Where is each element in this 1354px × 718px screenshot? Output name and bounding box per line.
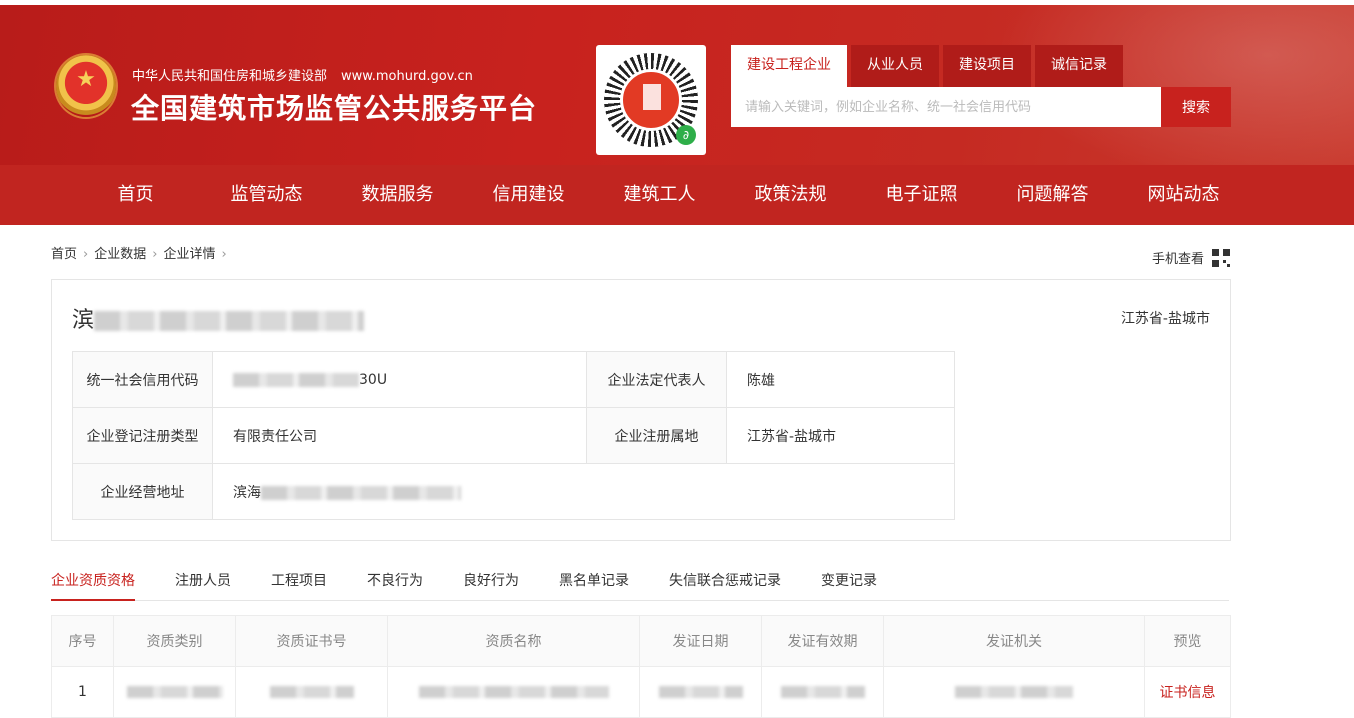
reg-type-label: 企业登记注册类型 [72, 407, 213, 464]
breadcrumb-enterprise-data[interactable]: 企业数据 [94, 247, 146, 262]
column-header-valid-until: 发证有效期 [761, 615, 884, 667]
detail-tabs: 企业资质资格 注册人员 工程项目 不良行为 良好行为 黑名单记录 失信联合惩戒记… [51, 570, 1229, 601]
site-header: 中华人民共和国住房和城乡建设部 www.mohurd.gov.cn 全国建筑市场监… [0, 5, 1354, 225]
tab-change-records[interactable]: 变更记录 [821, 570, 877, 600]
national-emblem-icon [56, 55, 116, 117]
redacted-issuer [883, 666, 1145, 718]
search-input[interactable] [731, 87, 1161, 127]
search-category-tabs: 建设工程企业 从业人员 建设项目 诚信记录 [731, 45, 1127, 87]
company-info-table: 统一社会信用代码 30U 企业法定代表人 陈雄 企业登记注册类型 有限责任公司 … [72, 351, 955, 520]
mobile-view-label: 手机查看 [1151, 252, 1204, 267]
search-tab-personnel[interactable]: 从业人员 [851, 45, 939, 87]
nav-supervision-news[interactable]: 监管动态 [201, 165, 332, 225]
column-header-category: 资质类别 [113, 615, 236, 667]
company-name: 滨 [72, 302, 365, 334]
column-header-preview: 预览 [1144, 615, 1231, 667]
legal-rep-value: 陈雄 [726, 351, 955, 408]
search-tab-enterprise[interactable]: 建设工程企业 [731, 45, 847, 87]
credit-code-value: 30U [212, 351, 587, 408]
company-region: 江苏省-盐城市 [1120, 311, 1210, 327]
tab-bad-behavior[interactable]: 不良行为 [367, 570, 423, 600]
certificate-info-link[interactable]: 证书信息 [1160, 685, 1216, 701]
mobile-view-button[interactable]: 手机查看 [1152, 248, 1230, 267]
chevron-right-icon: › [221, 247, 227, 262]
nav-construction-workers[interactable]: 建筑工人 [594, 165, 725, 225]
address-label: 企业经营地址 [72, 463, 213, 520]
search-tab-credit-records[interactable]: 诚信记录 [1035, 45, 1123, 87]
ministry-url-link[interactable]: www.mohurd.gov.cn [341, 69, 473, 84]
redacted-address [261, 485, 461, 500]
nav-faq[interactable]: 问题解答 [987, 165, 1118, 225]
redacted-cert-number [235, 666, 388, 718]
credit-code-suffix: 30U [359, 371, 388, 388]
redacted-valid-until [761, 666, 884, 718]
company-info-card: 滨 江苏省-盐城市 统一社会信用代码 30U 企业法定代表人 陈雄 企业登记注册… [51, 279, 1231, 541]
row-index: 1 [51, 666, 114, 718]
tab-qualifications[interactable]: 企业资质资格 [51, 570, 135, 601]
column-header-cert-number: 资质证书号 [235, 615, 388, 667]
column-header-qual-name: 资质名称 [387, 615, 640, 667]
reg-place-label: 企业注册属地 [586, 407, 727, 464]
qr-code-icon[interactable] [1212, 248, 1230, 267]
table-row: 1 证书信息 [51, 666, 1231, 718]
address-value: 滨海 [212, 463, 955, 520]
qr-building-logo-icon [620, 69, 682, 131]
tab-projects[interactable]: 工程项目 [271, 570, 327, 600]
redacted-category [113, 666, 236, 718]
nav-e-certificates[interactable]: 电子证照 [856, 165, 987, 225]
tab-blacklist[interactable]: 黑名单记录 [559, 570, 629, 600]
company-name-visible: 滨 [72, 308, 95, 333]
redacted-credit-code [233, 372, 359, 387]
search-button[interactable]: 搜索 [1161, 87, 1231, 127]
site-title: 全国建筑市场监管公共服务平台 [131, 92, 538, 125]
breadcrumb-enterprise-detail: 企业详情 [163, 247, 216, 262]
column-header-issue-date: 发证日期 [639, 615, 762, 667]
reg-type-value: 有限责任公司 [212, 407, 587, 464]
redacted-company-name [94, 311, 365, 331]
address-visible: 滨海 [233, 484, 261, 501]
redacted-issue-date [639, 666, 762, 718]
column-header-issuer: 发证机关 [883, 615, 1145, 667]
credit-code-label: 统一社会信用代码 [72, 351, 213, 408]
nav-site-news[interactable]: 网站动态 [1118, 165, 1249, 225]
qualification-table: 序号 资质类别 资质证书号 资质名称 发证日期 发证有效期 发证机关 预览 1 … [51, 615, 1231, 718]
main-nav: 首页 监管动态 数据服务 信用建设 建筑工人 政策法规 电子证照 问题解答 网站… [0, 165, 1354, 225]
redacted-qual-name [387, 666, 640, 718]
breadcrumb: 首页 › 企业数据 › 企业详情 › [51, 243, 233, 262]
wechat-mini-program-icon: ∂ [676, 125, 696, 145]
search-box: 搜索 [731, 87, 1231, 127]
breadcrumb-home[interactable]: 首页 [51, 247, 77, 262]
nav-home[interactable]: 首页 [70, 165, 201, 225]
legal-rep-label: 企业法定代表人 [586, 351, 727, 408]
chevron-right-icon: › [83, 247, 89, 262]
reg-place-value: 江苏省-盐城市 [726, 407, 955, 464]
nav-policies-regulations[interactable]: 政策法规 [725, 165, 856, 225]
tab-good-behavior[interactable]: 良好行为 [463, 570, 519, 600]
tab-registered-personnel[interactable]: 注册人员 [175, 570, 231, 600]
nav-data-services[interactable]: 数据服务 [332, 165, 463, 225]
search-tab-projects[interactable]: 建设项目 [943, 45, 1031, 87]
ministry-line: 中华人民共和国住房和城乡建设部 www.mohurd.gov.cn [132, 65, 473, 84]
chevron-right-icon: › [152, 247, 158, 262]
preview-cell: 证书信息 [1144, 666, 1231, 718]
nav-credit-construction[interactable]: 信用建设 [463, 165, 594, 225]
mini-program-qr-code: ∂ [596, 45, 706, 155]
ministry-name: 中华人民共和国住房和城乡建设部 [132, 69, 328, 84]
table-header-row: 序号 资质类别 资质证书号 资质名称 发证日期 发证有效期 发证机关 预览 [51, 615, 1231, 667]
tab-joint-punishment[interactable]: 失信联合惩戒记录 [669, 570, 781, 600]
column-header-index: 序号 [51, 615, 114, 667]
